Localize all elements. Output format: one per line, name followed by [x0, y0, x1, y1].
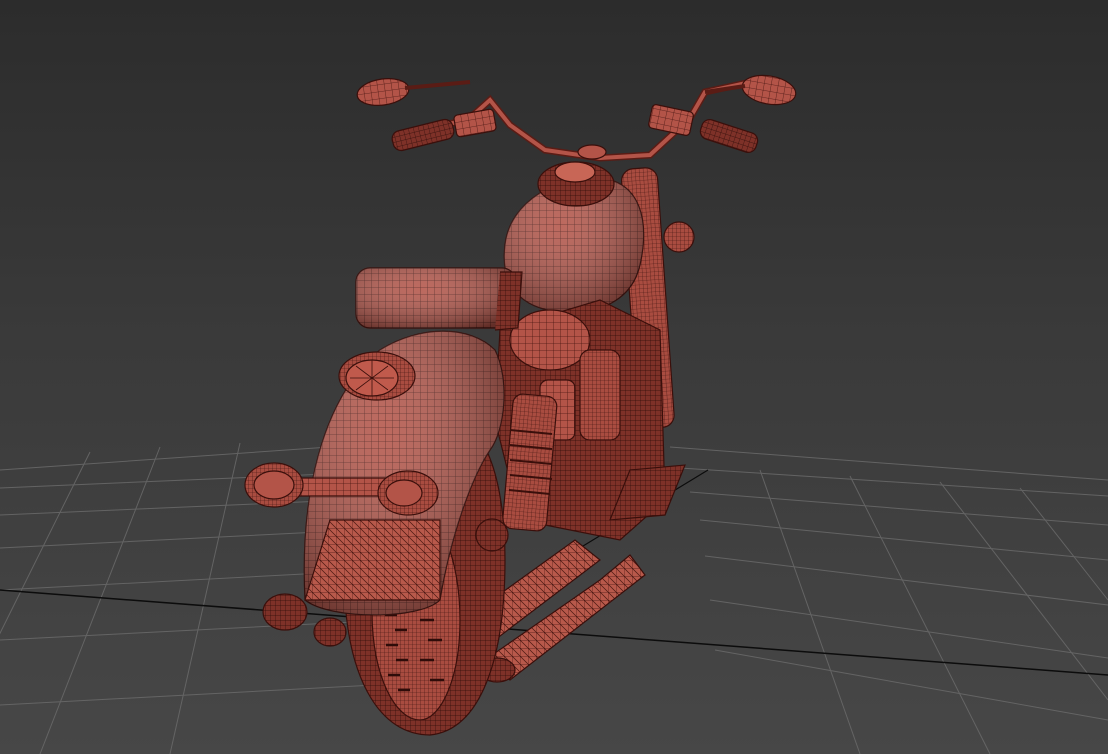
headlight — [663, 221, 695, 253]
3d-viewport[interactable] — [0, 0, 1108, 754]
right-grip[interactable] — [698, 118, 759, 155]
left-grip[interactable] — [391, 118, 456, 152]
speedometer — [554, 161, 596, 183]
left-muffler-tip — [262, 593, 308, 631]
right-mirror[interactable] — [740, 72, 798, 109]
motorcycle-model[interactable] — [244, 72, 798, 736]
left-mirror[interactable] — [355, 76, 410, 109]
viewport-canvas[interactable] — [0, 0, 1108, 754]
rear-sprocket — [475, 518, 509, 552]
